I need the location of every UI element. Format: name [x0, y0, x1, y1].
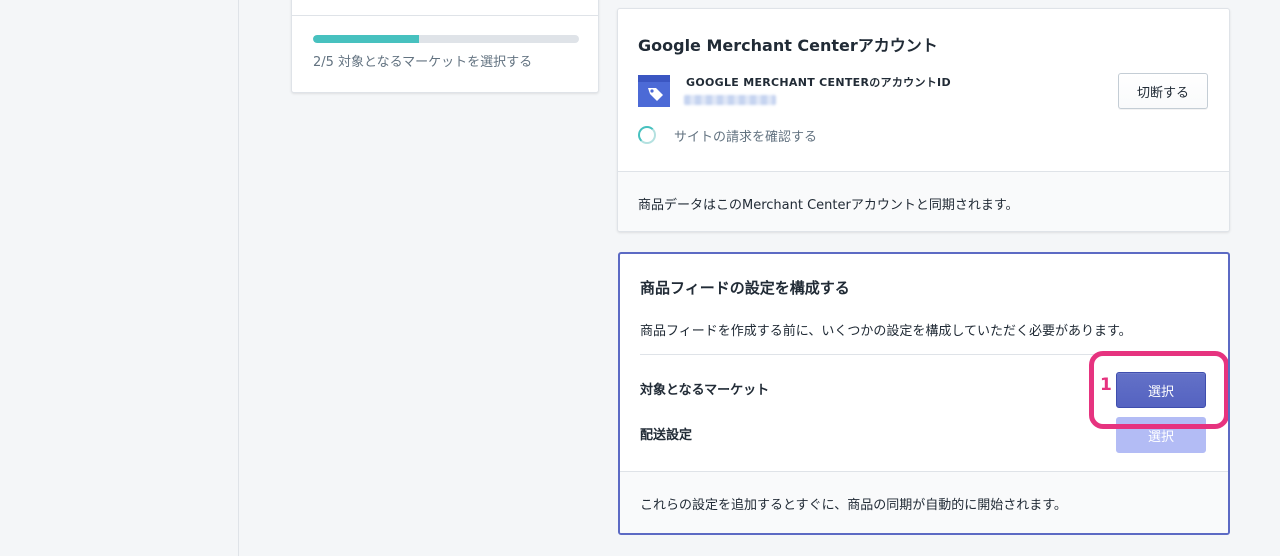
select-target-market-button[interactable]: 選択	[1116, 372, 1206, 408]
card-title: Google Merchant Centerアカウント	[638, 36, 938, 55]
progress-bar-fill	[313, 35, 420, 43]
progress-card: 2/5 対象となるマーケットを選択する	[291, 0, 599, 93]
disconnect-button[interactable]: 切断する	[1118, 73, 1208, 109]
card-footer: 商品データはこのMerchant Centerアカウントと同期されます。	[618, 171, 1229, 231]
progress-bar	[313, 35, 579, 43]
annotation-number: 1	[1100, 375, 1112, 395]
left-pane	[0, 0, 239, 556]
product-feed-settings-card: 商品フィードの設定を構成する 商品フィードを作成する前に、いくつかの設定を構成し…	[618, 252, 1230, 535]
auto-sync-info-text: これらの設定を追加するとすぐに、商品の同期が自動的に開始されます。	[640, 498, 1067, 513]
card-divider	[292, 15, 598, 16]
target-market-label: 対象となるマーケット	[640, 383, 770, 398]
select-shipping-button[interactable]: 選択	[1116, 417, 1206, 453]
card-title: 商品フィードの設定を構成する	[640, 279, 850, 297]
verify-site-claim-text: サイトの請求を確認する	[674, 130, 818, 145]
card-description: 商品フィードを作成する前に、いくつかの設定を構成していただく必要があります。	[640, 324, 1132, 339]
merchant-center-account-card: Google Merchant Centerアカウント GOOGLE MERCH…	[617, 8, 1230, 232]
progress-step-text: 2/5 対象となるマーケットを選択する	[313, 55, 533, 70]
shipping-settings-label: 配送設定	[640, 428, 693, 443]
tag-icon	[638, 75, 670, 107]
divider	[640, 354, 1208, 355]
card-footer: これらの設定を追加するとすぐに、商品の同期が自動的に開始されます。	[620, 471, 1228, 533]
spinner-icon	[638, 126, 656, 144]
account-id-label: GOOGLE MERCHANT CENTERのアカウントID	[686, 76, 951, 89]
sync-info-text: 商品データはこのMerchant Centerアカウントと同期されます。	[638, 198, 1019, 213]
account-id-value-redacted	[684, 95, 776, 105]
